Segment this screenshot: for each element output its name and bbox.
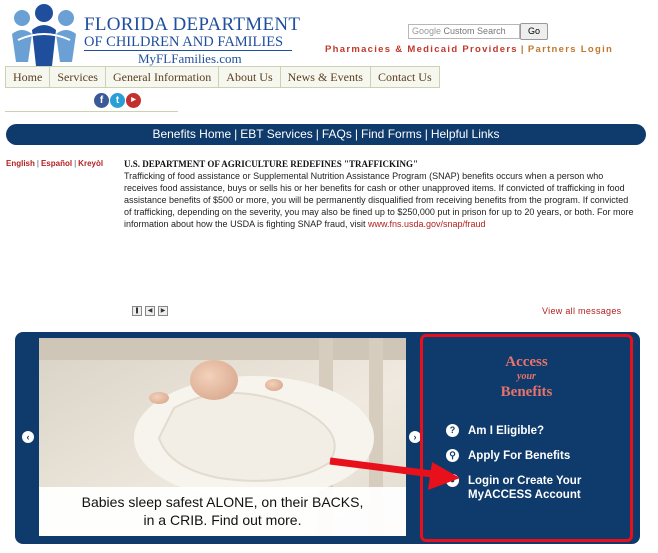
top-links: Pharmacies & Medicaid Providers | Partners… bbox=[325, 44, 613, 55]
bar-separator: | bbox=[315, 127, 319, 141]
carousel-slide[interactable]: Babies sleep safest ALONE, on their BACK… bbox=[39, 338, 406, 536]
twitter-icon[interactable]: t bbox=[110, 93, 125, 108]
am-i-eligible-link[interactable]: ? Am I Eligible? bbox=[446, 424, 545, 438]
search-placeholder: Custom Search bbox=[443, 26, 506, 36]
lang-espanol[interactable]: Español bbox=[41, 159, 72, 168]
search-go-button[interactable]: Go bbox=[520, 23, 548, 40]
bar-separator: | bbox=[234, 127, 238, 141]
benefits-link-home[interactable]: Benefits Home bbox=[152, 127, 231, 141]
question-icon: ? bbox=[446, 424, 459, 437]
view-all-messages-link[interactable]: View all messages bbox=[542, 306, 621, 316]
benefits-link-helpful[interactable]: Helpful Links bbox=[431, 127, 500, 141]
top-links-separator: | bbox=[520, 44, 525, 55]
user-icon: ● bbox=[446, 474, 459, 487]
next-icon[interactable]: ▶ bbox=[158, 306, 168, 316]
nav-tab-home[interactable]: Home bbox=[5, 66, 51, 88]
promo-carousel: Babies sleep safest ALONE, on their BACK… bbox=[15, 332, 640, 544]
access-title-benefits: Benefits bbox=[500, 384, 553, 400]
benefits-link-ebt[interactable]: EBT Services bbox=[240, 127, 312, 141]
lang-kreyol[interactable]: Kreyòl bbox=[78, 159, 103, 168]
benefits-link-faqs[interactable]: FAQs bbox=[322, 127, 352, 141]
caption-line-2: in a CRIB. Find out more. bbox=[143, 512, 302, 528]
news-title: U.S. DEPARTMENT OF AGRICULTURE REDEFINES… bbox=[124, 159, 418, 169]
login-label-line-2: MyACCESS Account bbox=[468, 489, 581, 501]
bar-separator: | bbox=[424, 127, 428, 141]
family-figures-icon bbox=[12, 4, 76, 66]
search-icon: ⚲ bbox=[446, 449, 459, 462]
nav-tab-about-us[interactable]: About Us bbox=[218, 66, 281, 88]
benefits-link-forms[interactable]: Find Forms bbox=[361, 127, 422, 141]
logo-website: MyFLFamilies.com bbox=[138, 51, 242, 66]
google-label: Google bbox=[412, 26, 442, 36]
apply-benefits-label: Apply For Benefits bbox=[468, 450, 571, 462]
news-body: Trafficking of food assistance or Supple… bbox=[124, 170, 634, 230]
carousel-caption[interactable]: Babies sleep safest ALONE, on their BACK… bbox=[39, 487, 406, 536]
facebook-icon[interactable]: f bbox=[94, 93, 109, 108]
nav-tab-general-information[interactable]: General Information bbox=[104, 66, 220, 88]
nav-tab-news-events[interactable]: News & Events bbox=[279, 66, 371, 88]
login-myaccess-link[interactable]: ● Login or Create Your MyACCESS Account bbox=[446, 474, 582, 502]
login-label-line-1: Login or Create Your bbox=[468, 475, 582, 487]
dcf-logo[interactable]: FLORIDA DEPARTMENT OF CHILDREN AND FAMIL… bbox=[8, 4, 301, 66]
language-selector: English | Español | Kreyòl bbox=[6, 159, 104, 168]
search-input[interactable]: Google Custom Search bbox=[408, 24, 520, 39]
youtube-icon[interactable]: ▶ bbox=[126, 93, 141, 108]
am-i-eligible-label: Am I Eligible? bbox=[468, 425, 545, 437]
benefits-nav-bar: Benefits Home | EBT Services | FAQs | Find For… bbox=[6, 124, 646, 145]
access-title-your: your bbox=[517, 371, 536, 382]
bar-separator: | bbox=[354, 127, 359, 141]
caption-line-1: Babies sleep safest ALONE, on their BACK… bbox=[81, 494, 364, 510]
pause-icon[interactable]: ❚ bbox=[132, 306, 142, 316]
access-benefits-panel: Access your Benefits ? Am I Eligible? ⚲ … bbox=[420, 334, 633, 542]
nav-tab-services[interactable]: Services bbox=[49, 66, 106, 88]
usda-fraud-link[interactable]: www.fns.usda.gov/snap/fraud bbox=[368, 219, 486, 229]
apply-for-benefits-link[interactable]: ⚲ Apply For Benefits bbox=[446, 449, 571, 463]
message-controls: ❚ ◀ ▶ bbox=[132, 306, 168, 316]
nav-divider bbox=[5, 111, 178, 112]
nav-tab-contact-us[interactable]: Contact Us bbox=[369, 66, 440, 88]
logo-title: FLORIDA DEPARTMENT bbox=[84, 14, 301, 35]
logo-subtitle: OF CHILDREN AND FAMILIES bbox=[84, 34, 284, 50]
lang-english[interactable]: English bbox=[6, 159, 35, 168]
social-links: f t ▶ bbox=[94, 93, 141, 108]
main-nav: Home Services General Information About … bbox=[5, 66, 440, 88]
carousel-prev-icon[interactable]: ‹ bbox=[22, 431, 34, 443]
previous-icon[interactable]: ◀ bbox=[145, 306, 155, 316]
providers-link[interactable]: Pharmacies & Medicaid Providers bbox=[325, 44, 518, 55]
partners-login-link[interactable]: Partners Login bbox=[528, 44, 613, 55]
access-title: Access bbox=[505, 354, 548, 370]
